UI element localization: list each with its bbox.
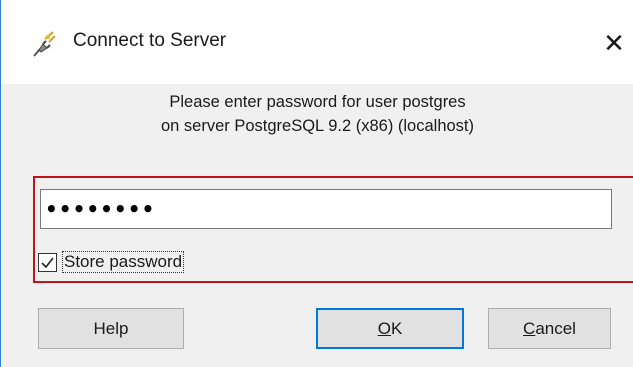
connect-to-server-dialog: Connect to Server ✕ Please enter passwor… — [0, 0, 633, 367]
ok-label-rest: K — [390, 319, 403, 338]
cancel-label-rest: ancel — [535, 319, 576, 338]
prompt-line-1: Please enter password for user postgres — [169, 93, 466, 111]
plug-icon — [31, 30, 56, 58]
store-password-checkbox[interactable] — [38, 252, 57, 272]
ok-mnemonic: O — [377, 319, 391, 338]
ok-button[interactable]: OK — [316, 308, 464, 349]
window-title: Connect to Server — [73, 30, 227, 51]
prompt-message: Please enter password for user postgres … — [1, 90, 633, 138]
title-bar: Connect to Server ✕ — [1, 0, 633, 84]
store-password-option[interactable]: Store password — [38, 250, 185, 274]
checkmark-icon — [41, 257, 54, 268]
prompt-line-2: on server PostgreSQL 9.2 (x86) (localhos… — [160, 117, 475, 135]
help-button[interactable]: Help — [38, 308, 184, 349]
store-password-label[interactable]: Store password — [62, 251, 185, 273]
password-input[interactable]: •••••••• — [40, 189, 612, 229]
cancel-mnemonic: C — [523, 319, 536, 338]
cancel-button[interactable]: Cancel — [488, 308, 611, 349]
close-icon[interactable]: ✕ — [599, 28, 629, 58]
